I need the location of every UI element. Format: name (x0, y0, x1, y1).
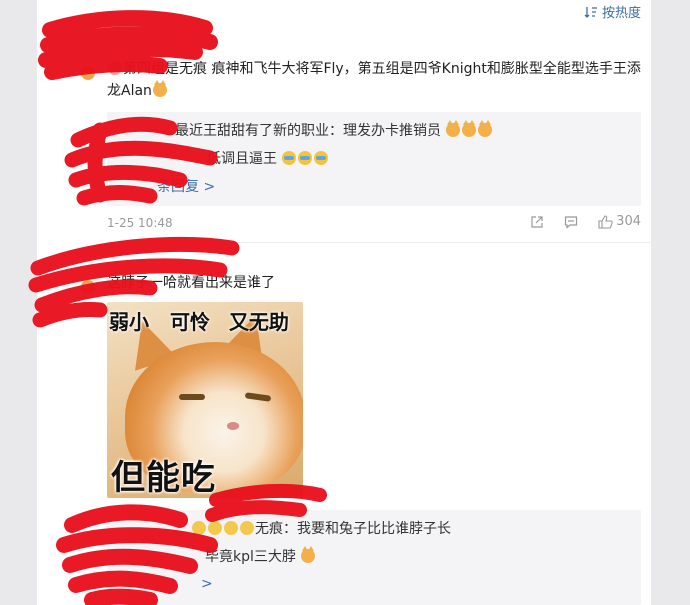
thinking-emoji-icon (224, 521, 238, 535)
like-button[interactable]: 304 (598, 214, 641, 229)
cat-emoji-icon (446, 120, 461, 137)
avatar[interactable] (81, 280, 95, 294)
comment-meta: 1-25 10:48 304 (107, 214, 641, 234)
more-replies-link[interactable]: > (201, 576, 213, 592)
reply-box: 最近王甜甜有了新的职业：理发办卡推销员 低调且逼王 条回复 > (107, 112, 641, 206)
comment-time: 1-25 10:48 (107, 216, 173, 230)
thinking-emoji-icon (240, 521, 254, 535)
thinking-emoji-icon (208, 521, 222, 535)
thumbs-up-icon (598, 214, 613, 229)
reply-box: 无痕：我要和兔子比比谁脖子长 毕竟kpl三大脖 > (107, 510, 641, 605)
comment-page: 按热度 第四组是无痕 痕神和飞牛大将军Fly，第五组是四爷Knight和膨胀型全… (37, 0, 651, 605)
more-replies-link[interactable]: 条回复 > (157, 176, 215, 196)
sort-label: 按热度 (601, 6, 641, 21)
image-caption-bottom: 但能吃 (111, 458, 216, 498)
image-caption-top: 弱小 可怜 又无助 (109, 310, 289, 334)
share-icon[interactable] (530, 215, 544, 229)
cat-emoji-icon (462, 120, 477, 137)
cry-emoji-icon (298, 151, 313, 165)
like-count: 304 (616, 214, 641, 229)
comment-icon[interactable] (564, 215, 578, 229)
sort-by-hot-button[interactable]: 按热度 (584, 2, 641, 21)
comment-text: 第四组是无痕 痕神和飞牛大将军Fly，第五组是四爷Knight和膨胀型全能型选手… (107, 61, 641, 99)
thinking-emoji-icon (192, 521, 206, 535)
divider (107, 242, 651, 243)
avatar[interactable] (81, 66, 95, 80)
comment-text: 这脖子一哈就看出来是谁了 (107, 275, 275, 291)
cat-emoji-icon (152, 80, 167, 97)
reply-line[interactable]: 低调且逼王 (207, 148, 329, 168)
cry-emoji-icon (314, 151, 329, 165)
pig-emoji-icon (108, 61, 122, 75)
cat-emoji-icon (301, 546, 316, 563)
reply-line[interactable]: 无痕：我要和兔子比比谁脖子长 (191, 518, 451, 538)
sort-icon (584, 6, 597, 18)
cat-emoji-icon (478, 120, 493, 137)
cry-emoji-icon (282, 151, 297, 165)
comment-image[interactable]: 弱小 可怜 又无助 但能吃 (107, 302, 303, 498)
reply-line[interactable]: 毕竟kpl三大脖 (205, 546, 316, 566)
reply-line[interactable]: 最近王甜甜有了新的职业：理发办卡推销员 (175, 120, 493, 140)
